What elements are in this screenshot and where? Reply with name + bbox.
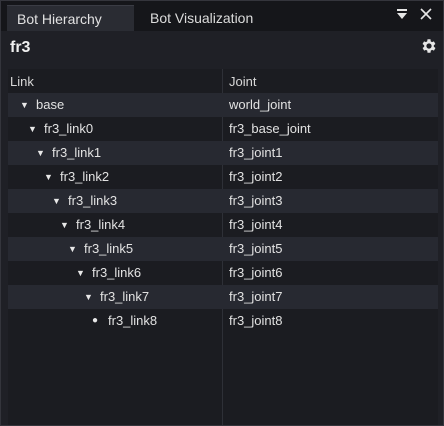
link-cell[interactable]: ▼ fr3_link5 xyxy=(68,237,133,261)
link-name: base xyxy=(36,97,65,112)
link-name: fr3_link1 xyxy=(52,145,102,160)
expand-arrow-icon[interactable]: ▼ xyxy=(84,285,96,309)
close-icon[interactable] xyxy=(417,7,435,27)
link-cell[interactable]: ▼ fr3_link7 xyxy=(84,285,149,309)
link-name: fr3_link7 xyxy=(100,289,150,304)
link-cell[interactable]: ▼ fr3_link6 xyxy=(76,261,141,285)
table-row[interactable]: ▼ fr3_link4 fr3_joint4 xyxy=(8,213,438,237)
menu-down-icon[interactable] xyxy=(393,7,411,27)
joint-name: fr3_base_joint xyxy=(229,121,311,136)
bot-hierarchy-panel: Bot Hierarchy Bot Visualization fr3 Link… xyxy=(0,0,444,426)
robot-header: fr3 xyxy=(1,31,443,67)
link-name: fr3_link6 xyxy=(92,265,142,280)
tab-bot-hierarchy[interactable]: Bot Hierarchy xyxy=(7,5,134,31)
expand-arrow-icon[interactable]: ▼ xyxy=(60,213,72,237)
column-header-link[interactable]: Link xyxy=(10,74,34,89)
gear-icon[interactable] xyxy=(420,37,438,55)
menu-down-icon-glyph xyxy=(397,9,407,19)
close-icon-glyph xyxy=(420,8,432,20)
expand-arrow-icon[interactable]: ▼ xyxy=(28,117,40,141)
link-cell[interactable]: ▼ fr3_link3 xyxy=(52,189,117,213)
link-name: fr3_link5 xyxy=(84,241,134,256)
table-row[interactable]: ▼ base world_joint xyxy=(8,93,438,117)
joint-name: fr3_joint4 xyxy=(229,217,283,232)
tab-bot-visualization[interactable]: Bot Visualization xyxy=(140,5,270,31)
link-cell[interactable]: ▼ fr3_link1 xyxy=(36,141,101,165)
joint-name: world_joint xyxy=(229,97,292,112)
table-row[interactable]: ▼ fr3_link1 fr3_joint1 xyxy=(8,141,438,165)
expand-arrow-icon[interactable]: ▼ xyxy=(20,93,32,117)
tab-bar: Bot Hierarchy Bot Visualization xyxy=(1,1,443,31)
table-row[interactable]: ● fr3_link8 fr3_joint8 xyxy=(8,309,438,333)
expand-arrow-icon[interactable]: ▼ xyxy=(36,141,48,165)
link-name: fr3_link0 xyxy=(44,121,94,136)
table-row[interactable]: ▼ fr3_link6 fr3_joint6 xyxy=(8,261,438,285)
gear-icon-glyph xyxy=(422,39,436,53)
table-row[interactable]: ▼ fr3_link0 fr3_base_joint xyxy=(8,117,438,141)
joint-name: fr3_joint7 xyxy=(229,289,283,304)
link-name: fr3_link2 xyxy=(60,169,110,184)
table-row[interactable]: ▼ fr3_link5 fr3_joint5 xyxy=(8,237,438,261)
link-cell[interactable]: ▼ base xyxy=(20,93,64,117)
link-name: fr3_link8 xyxy=(108,313,158,328)
expand-arrow-icon[interactable]: ▼ xyxy=(52,189,64,213)
expand-arrow-icon[interactable]: ▼ xyxy=(68,237,80,261)
table-row[interactable]: ▼ fr3_link2 fr3_joint2 xyxy=(8,165,438,189)
link-cell[interactable]: ▼ fr3_link2 xyxy=(44,165,109,189)
joint-name: fr3_joint2 xyxy=(229,169,283,184)
link-cell[interactable]: ▼ fr3_link0 xyxy=(28,117,93,141)
link-name: fr3_link4 xyxy=(76,217,126,232)
joint-name: fr3_joint8 xyxy=(229,313,283,328)
link-name: fr3_link3 xyxy=(68,193,118,208)
expand-arrow-icon[interactable]: ▼ xyxy=(76,261,88,285)
joint-name: fr3_joint1 xyxy=(229,145,283,160)
link-cell[interactable]: ● fr3_link8 xyxy=(92,309,157,333)
joint-name: fr3_joint5 xyxy=(229,241,283,256)
joint-name: fr3_joint6 xyxy=(229,265,283,280)
hierarchy-table: Link Joint ▼ base world_joint ▼ fr3_link0 fr3… xyxy=(8,69,438,425)
table-row[interactable]: ▼ fr3_link3 fr3_joint3 xyxy=(8,189,438,213)
expand-arrow-icon[interactable]: ▼ xyxy=(44,165,56,189)
table-row[interactable]: ▼ fr3_link7 fr3_joint7 xyxy=(8,285,438,309)
joint-name: fr3_joint3 xyxy=(229,193,283,208)
column-header-joint[interactable]: Joint xyxy=(229,74,256,89)
leaf-dot-icon: ● xyxy=(92,315,99,326)
link-cell[interactable]: ▼ fr3_link4 xyxy=(60,213,125,237)
robot-name: fr3 xyxy=(10,39,31,56)
